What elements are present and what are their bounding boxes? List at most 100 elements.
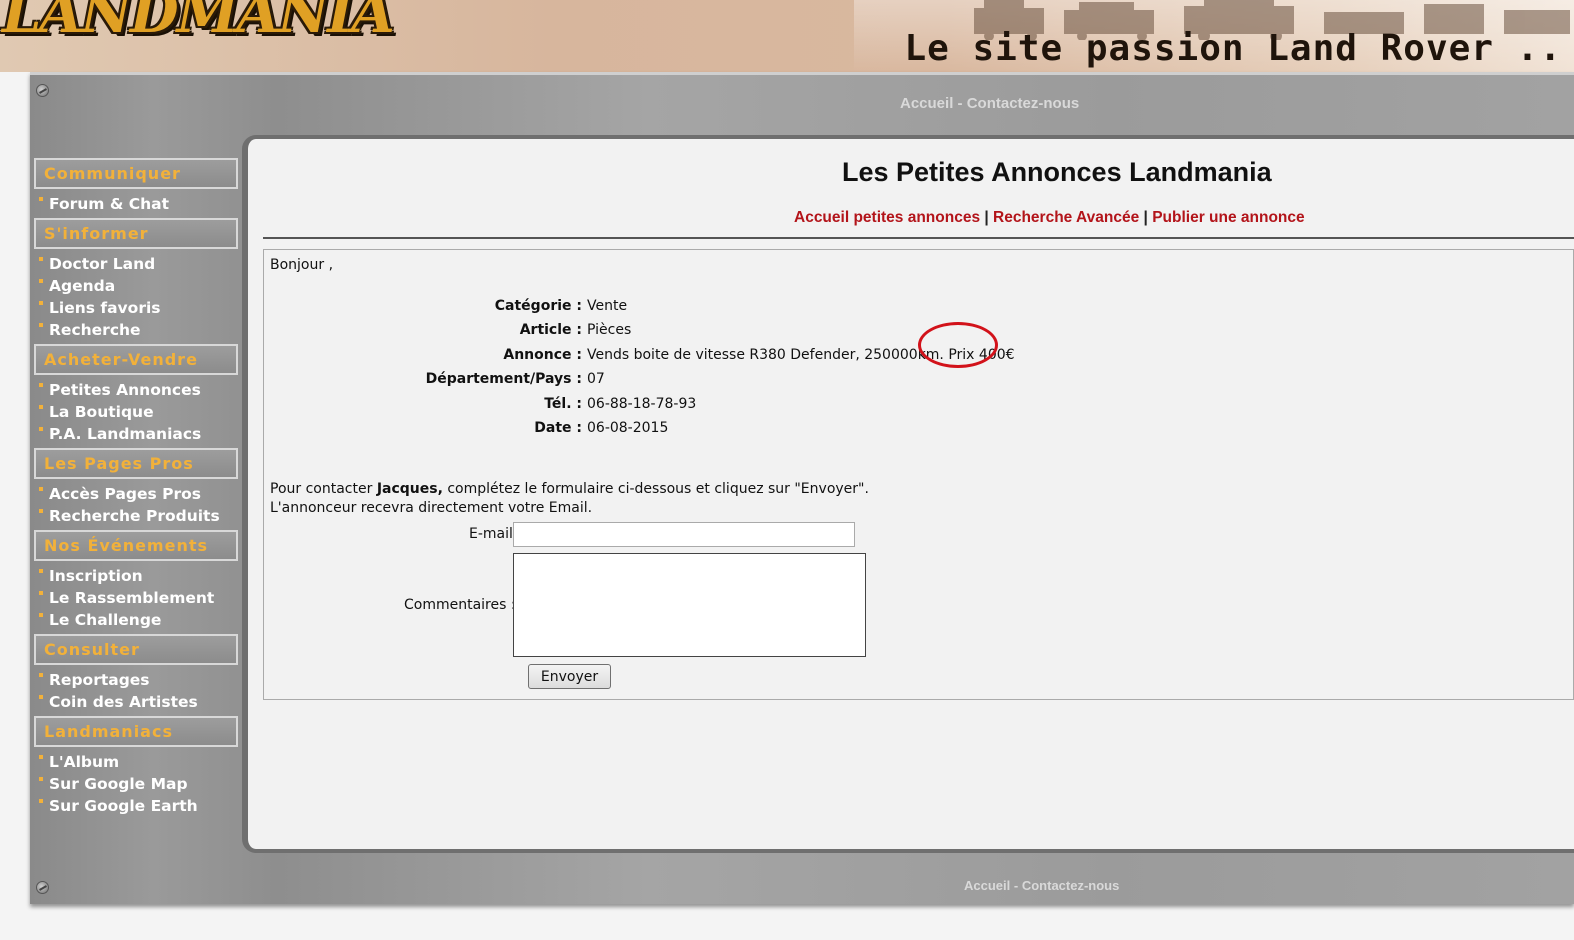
ad-detail-table: Catégorie : Vente Article : Pièces Annonce… [270, 298, 1170, 444]
sidebar-item-inscription[interactable]: Inscription [34, 565, 238, 587]
top-nav-contact-link[interactable]: Contactez-nous [967, 95, 1080, 112]
advanced-search-link[interactable]: Recherche Avancée [993, 209, 1139, 226]
ad-label: Tél. : [544, 395, 582, 412]
sidebar-section-consulter: Reportages Coin des Artistes [34, 669, 238, 713]
bullet-icon [39, 301, 43, 305]
content-panel: Les Petites Annonces Landmania Accueil p… [242, 135, 1574, 853]
sidebar-item-doctor-land[interactable]: Doctor Land [34, 253, 238, 275]
sidebar-section-title: Landmaniacs [34, 716, 238, 747]
bullet-icon [39, 427, 43, 431]
ad-label: Date : [534, 419, 582, 436]
sidebar-item-coin-des-artistes[interactable]: Coin des Artistes [34, 691, 238, 713]
sidebar-section-title: Nos Événements [34, 530, 238, 561]
bullet-icon [39, 509, 43, 513]
email-input[interactable] [513, 522, 855, 547]
ad-label: Annonce : [503, 346, 582, 363]
sidebar-section-acheter-vendre: Petites Annonces La Boutique P.A. Landma… [34, 379, 238, 445]
site-logo[interactable]: LANDMANIA [2, 0, 395, 46]
bullet-icon [39, 799, 43, 803]
sidebar-section-title: Consulter [34, 634, 238, 665]
sidebar-item-petites-annonces[interactable]: Petites Annonces [34, 379, 238, 401]
bullet-icon [39, 591, 43, 595]
bullet-icon [39, 405, 43, 409]
sidebar-section-pages-pros: Accès Pages Pros Recherche Produits [34, 483, 238, 527]
sidebar-item-forum-chat[interactable]: Forum & Chat [34, 193, 238, 215]
top-nav-separator: - [957, 95, 963, 112]
ad-label: Catégorie : [494, 298, 582, 314]
sidebar-item-reportages[interactable]: Reportages [34, 669, 238, 691]
sidebar-item-le-rassemblement[interactable]: Le Rassemblement [34, 587, 238, 609]
ad-row-date: Date : 06-08-2015 [270, 420, 1170, 444]
publish-ad-link[interactable]: Publier une annonce [1152, 209, 1304, 226]
sidebar-section-evenements: Inscription Le Rassemblement Le Challeng… [34, 565, 238, 631]
bullet-icon [39, 383, 43, 387]
bullet-icon [39, 197, 43, 201]
sidebar-item-recherche-produits[interactable]: Recherche Produits [34, 505, 238, 527]
sidebar-section-title: Communiquer [34, 158, 238, 189]
ad-detail-box: Bonjour , Catégorie : Vente Article : Pièc… [263, 249, 1574, 700]
ad-value: 07 [587, 371, 605, 388]
ad-row-departement: Département/Pays : 07 [270, 371, 1170, 395]
bullet-icon [39, 755, 43, 759]
ad-label: Département/Pays : [425, 371, 582, 388]
sidebar-item-acces-pages-pros[interactable]: Accès Pages Pros [34, 483, 238, 505]
bullet-icon [39, 695, 43, 699]
sidebar-item-l-album[interactable]: L'Album [34, 751, 238, 773]
contact-instructions: Pour contacter Jacques, complétez le for… [270, 480, 869, 518]
sidebar-item-recherche[interactable]: Recherche [34, 319, 238, 341]
sidebar: Communiquer Forum & Chat S'informer Doct… [34, 158, 238, 820]
divider [263, 237, 1574, 239]
top-nav-home-link[interactable]: Accueil [900, 95, 953, 112]
bottom-nav: Accueil - Contactez-nous [964, 878, 1119, 893]
sidebar-item-la-boutique[interactable]: La Boutique [34, 401, 238, 423]
bullet-icon [39, 323, 43, 327]
bullet-icon [39, 613, 43, 617]
sidebar-item-liens-favoris[interactable]: Liens favoris [34, 297, 238, 319]
ad-value: Pièces [587, 322, 632, 339]
sidebar-item-pa-landmaniacs[interactable]: P.A. Landmaniacs [34, 423, 238, 445]
header-banner: LANDMANIA Le site passion Land Rover .. [0, 0, 1574, 72]
greeting-text: Bonjour , [270, 257, 334, 273]
main-frame: Accueil - Contactez-nous Communiquer For… [30, 72, 1574, 904]
bullet-icon [39, 487, 43, 491]
ad-value: 06-08-2015 [587, 419, 669, 436]
sidebar-section-title: S'informer [34, 218, 238, 249]
site-slogan: Le site passion Land Rover .. [904, 28, 1562, 69]
bullet-icon [39, 673, 43, 677]
classifieds-home-link[interactable]: Accueil petites annonces [794, 209, 980, 226]
bullet-icon [39, 569, 43, 573]
contact-line-1: Pour contacter Jacques, complétez le for… [270, 481, 869, 497]
sidebar-section-landmaniacs: L'Album Sur Google Map Sur Google Earth [34, 751, 238, 817]
bullet-icon [39, 279, 43, 283]
bullet-icon [39, 257, 43, 261]
seller-name: Jacques, [376, 481, 443, 497]
bullet-icon [39, 777, 43, 781]
classifieds-nav-separator: | [1143, 209, 1148, 226]
sidebar-section-sinformer: Doctor Land Agenda Liens favoris Recherc… [34, 253, 238, 341]
sidebar-section-title: Les Pages Pros [34, 448, 238, 479]
classifieds-nav-separator: | [984, 209, 989, 226]
sidebar-item-le-challenge[interactable]: Le Challenge [34, 609, 238, 631]
bottom-nav-contact-link[interactable]: Contactez-nous [1022, 878, 1120, 893]
sidebar-item-google-map[interactable]: Sur Google Map [34, 773, 238, 795]
sidebar-section-title: Acheter-Vendre [34, 344, 238, 375]
comment-textarea[interactable] [513, 553, 866, 657]
sidebar-item-google-earth[interactable]: Sur Google Earth [34, 795, 238, 817]
bolt-icon [36, 881, 49, 894]
sidebar-item-agenda[interactable]: Agenda [34, 275, 238, 297]
bottom-nav-separator: - [1013, 878, 1019, 893]
bottom-nav-home-link[interactable]: Accueil [964, 878, 1010, 893]
ad-value: 06-88-18-78-93 [587, 395, 697, 412]
top-nav: Accueil - Contactez-nous [900, 95, 1079, 112]
ad-row-annonce: Annonce : Vends boite de vitesse R380 Def… [270, 347, 1170, 371]
sidebar-section-communiquer: Forum & Chat [34, 193, 238, 215]
ad-label: Article : [519, 322, 582, 339]
email-label: E-mail [469, 526, 513, 542]
price-highlight-circle [918, 322, 998, 368]
ad-row-article: Article : Pièces [270, 322, 1170, 346]
ad-row-category: Catégorie : Vente [270, 298, 1170, 322]
ad-row-phone: Tél. : 06-88-18-78-93 [270, 396, 1170, 420]
comment-label: Commentaires : [404, 597, 516, 613]
send-button[interactable]: Envoyer [528, 664, 611, 689]
contact-line-2: L'annonceur recevra directement votre Em… [270, 500, 593, 516]
